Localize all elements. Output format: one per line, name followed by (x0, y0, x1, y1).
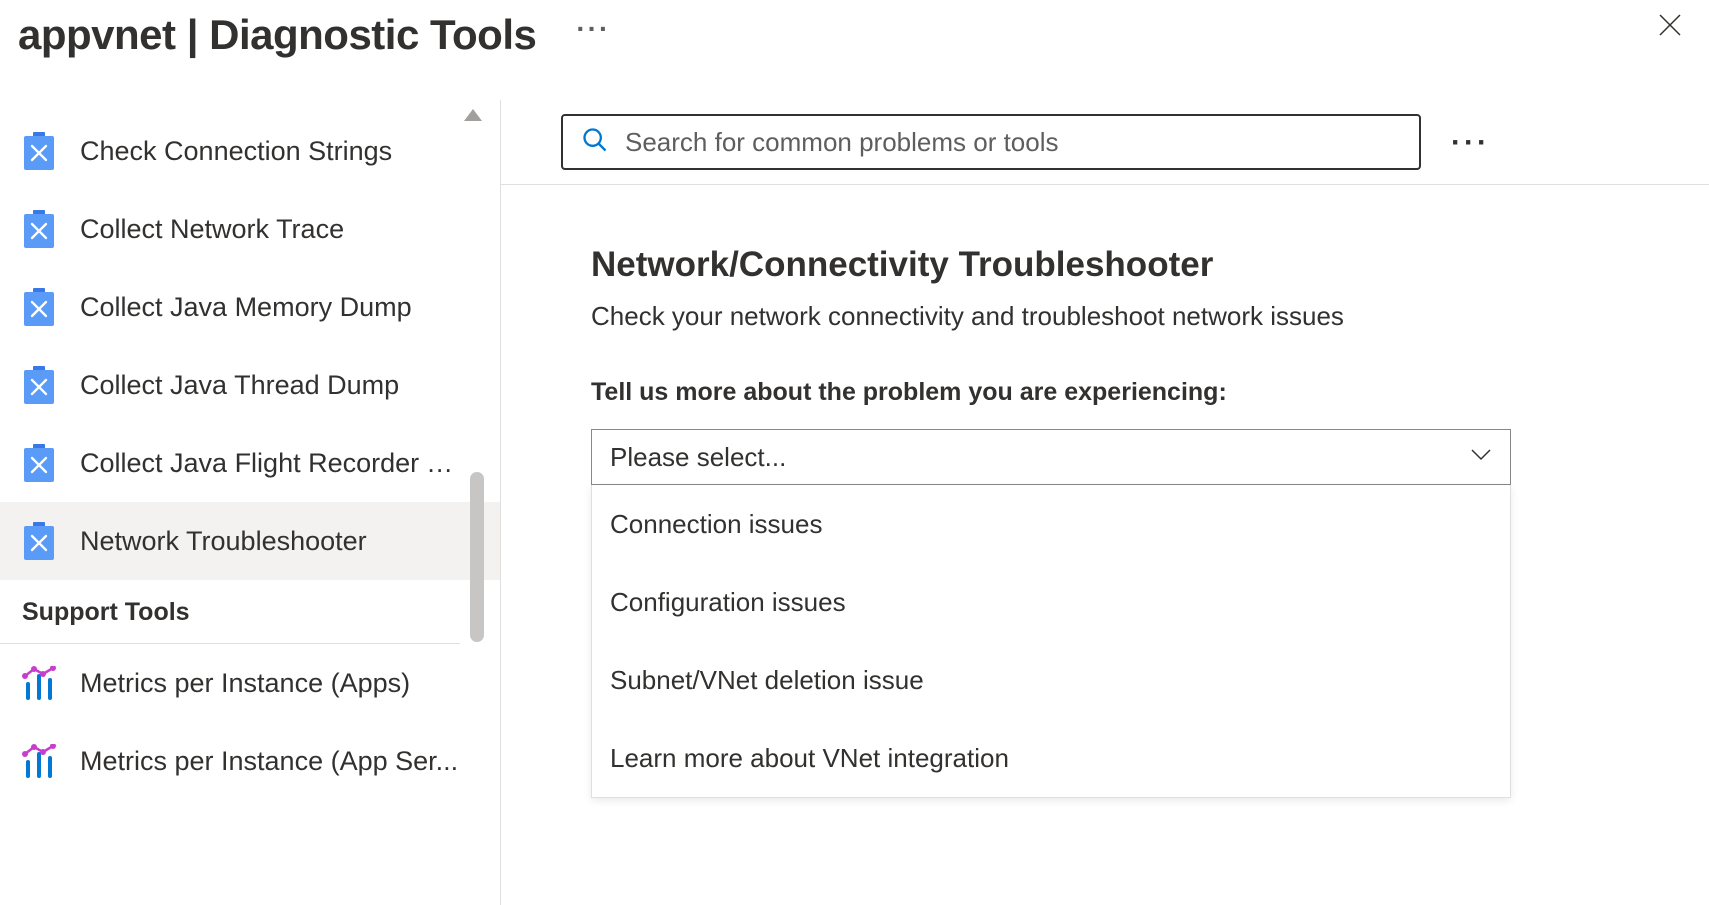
sidebar-item-label: Metrics per Instance (Apps) (80, 668, 410, 699)
sidebar-item-collect-java-thread-dump[interactable]: Collect Java Thread Dump (0, 346, 500, 424)
problem-select[interactable]: Please select... (591, 429, 1511, 485)
search-box[interactable] (561, 114, 1421, 170)
sidebar-item-label: Network Troubleshooter (80, 526, 367, 557)
sidebar-item-collect-java-memory-dump[interactable]: Collect Java Memory Dump (0, 268, 500, 346)
sidebar-item-metrics-app-service[interactable]: Metrics per Instance (App Ser... (0, 722, 500, 800)
sidebar-item-collect-java-flight-recorder[interactable]: Collect Java Flight Recorder T... (0, 424, 500, 502)
main-panel: ··· Network/Connectivity Troubleshooter … (500, 100, 1709, 905)
close-icon (1655, 10, 1685, 40)
tool-icon (22, 366, 56, 404)
sidebar-item-metrics-apps[interactable]: Metrics per Instance (Apps) (0, 644, 500, 722)
sidebar-item-network-troubleshooter[interactable]: Network Troubleshooter (0, 502, 500, 580)
chart-icon (22, 744, 56, 778)
page-title: appvnet | Diagnostic Tools (18, 11, 536, 59)
search-icon (581, 126, 609, 159)
dropdown-option-configuration-issues[interactable]: Configuration issues (592, 563, 1510, 641)
tool-icon (22, 132, 56, 170)
scrollbar-thumb[interactable] (470, 472, 484, 642)
prompt-label: Tell us more about the problem you are e… (591, 378, 1511, 407)
tool-icon (22, 522, 56, 560)
content-title: Network/Connectivity Troubleshooter (591, 245, 1511, 285)
sidebar-item-label: Check Connection Strings (80, 136, 392, 167)
tool-icon (22, 210, 56, 248)
tool-icon (22, 444, 56, 482)
dropdown-option-subnet-vnet-deletion[interactable]: Subnet/VNet deletion issue (592, 641, 1510, 719)
content-subtitle: Check your network connectivity and trou… (591, 301, 1511, 332)
tool-icon (22, 288, 56, 326)
dropdown-option-connection-issues[interactable]: Connection issues (592, 485, 1510, 563)
sidebar-item-label: Collect Network Trace (80, 214, 344, 245)
sidebar: Check Connection Strings Collect Network… (0, 100, 500, 905)
sidebar-item-collect-network-trace[interactable]: Collect Network Trace (0, 190, 500, 268)
sidebar-section-header: Support Tools (0, 580, 460, 644)
chart-icon (22, 666, 56, 700)
select-placeholder: Please select... (610, 442, 786, 473)
page-header: appvnet | Diagnostic Tools ··· (0, 0, 1709, 70)
content-area: Network/Connectivity Troubleshooter Chec… (501, 185, 1601, 798)
sidebar-item-check-connection-strings[interactable]: Check Connection Strings (0, 112, 500, 190)
sidebar-item-label: Collect Java Flight Recorder T... (80, 448, 460, 479)
sidebar-item-label: Collect Java Memory Dump (80, 292, 412, 323)
chevron-down-icon (1470, 448, 1492, 467)
problem-dropdown: Connection issues Configuration issues S… (591, 485, 1511, 798)
caret-up-icon (464, 109, 482, 121)
sidebar-item-label: Metrics per Instance (App Ser... (80, 746, 458, 777)
scroll-up-button[interactable] (464, 108, 482, 126)
main-more-button[interactable]: ··· (1451, 135, 1490, 150)
sidebar-item-label: Collect Java Thread Dump (80, 370, 399, 401)
dropdown-option-learn-vnet-integration[interactable]: Learn more about VNet integration (592, 719, 1510, 797)
title-more-button[interactable]: ··· (576, 15, 610, 55)
search-row: ··· (501, 100, 1709, 185)
close-button[interactable] (1655, 10, 1685, 45)
search-input[interactable] (625, 127, 1401, 158)
